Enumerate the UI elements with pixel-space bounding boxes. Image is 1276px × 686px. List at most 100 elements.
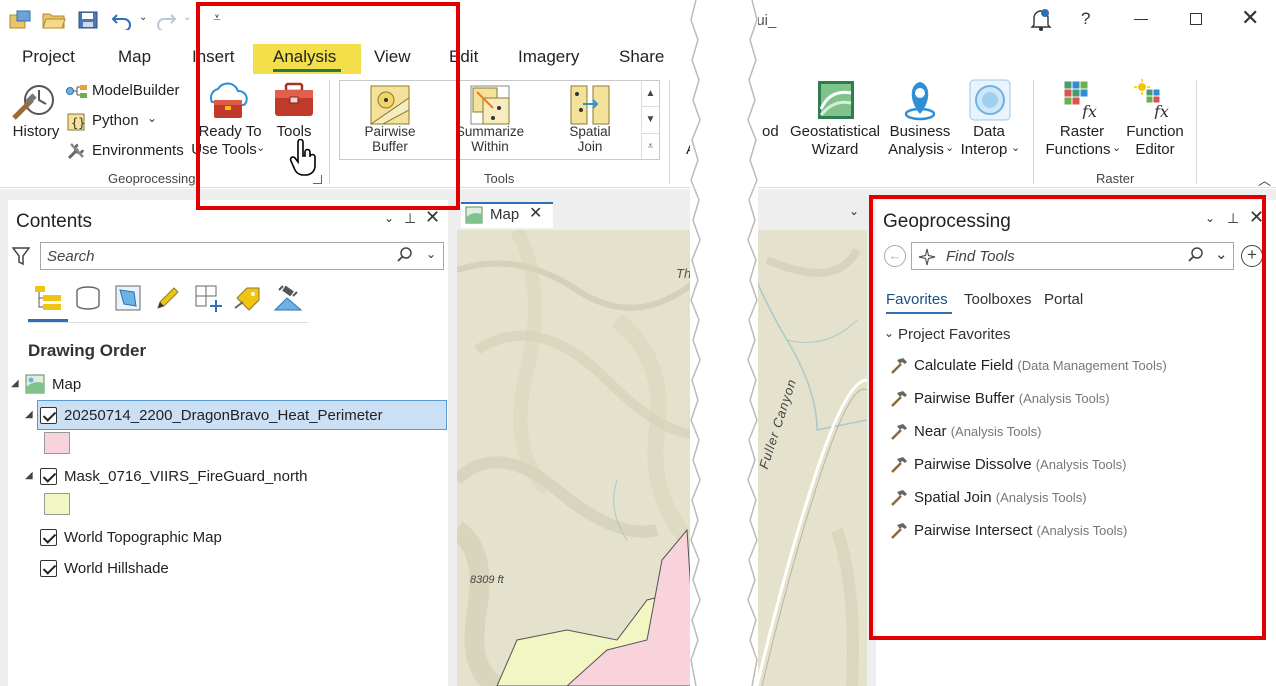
business-analysis-line2[interactable]: Analysis bbox=[876, 141, 956, 159]
list-by-perspective-imagery-icon[interactable] bbox=[273, 284, 303, 312]
contents-close-icon[interactable]: ✕ bbox=[425, 207, 440, 228]
function-editor-icon: fx bbox=[1134, 79, 1174, 121]
tab-share[interactable]: Share bbox=[613, 44, 670, 74]
topographic-basemap bbox=[457, 230, 867, 686]
undo-dropdown-icon[interactable]: ⌄ bbox=[139, 12, 147, 23]
environments-button[interactable]: Environments bbox=[92, 142, 184, 160]
gallery-scroll-down-icon[interactable]: ▼ bbox=[641, 106, 659, 132]
ribbon-separator bbox=[1196, 80, 1197, 184]
help-icon[interactable]: ? bbox=[1081, 9, 1090, 29]
save-project-icon[interactable] bbox=[76, 8, 100, 32]
redo-icon[interactable] bbox=[154, 8, 178, 32]
partial-ribbon-label: od bbox=[762, 123, 779, 140]
arcgis-pro-window: ⌄ ⌄ ⩡ _ui_ ? ✕ Project Map Insert Analys… bbox=[0, 0, 1276, 686]
contents-pane bbox=[8, 200, 448, 686]
layer-visibility-checkbox[interactable] bbox=[40, 529, 57, 546]
layer-symbol-swatch[interactable] bbox=[44, 432, 70, 454]
raster-group-label: Raster bbox=[1096, 171, 1135, 186]
map-canvas[interactable] bbox=[457, 230, 867, 686]
tab-map[interactable]: Map bbox=[112, 44, 157, 74]
screenshot-tear-gap bbox=[690, 0, 758, 686]
notifications-icon[interactable] bbox=[1030, 8, 1052, 32]
contents-title: Contents bbox=[16, 211, 93, 232]
contents-pin-icon[interactable]: ⊥ bbox=[404, 210, 416, 227]
ribbon-separator bbox=[1033, 80, 1034, 184]
tools-group-label: Tools bbox=[484, 171, 515, 186]
map-expand-icon[interactable]: ◢ bbox=[11, 378, 19, 389]
undo-icon[interactable] bbox=[110, 8, 134, 32]
spatial-join-line1[interactable]: Spatial bbox=[556, 124, 624, 140]
list-by-editing-icon[interactable] bbox=[154, 284, 182, 312]
search-options-dropdown-icon[interactable]: ⌄ bbox=[426, 247, 436, 261]
layer-symbol-swatch[interactable] bbox=[44, 493, 70, 515]
layer-name[interactable]: Mask_0716_VIIRS_FireGuard_north bbox=[64, 468, 307, 485]
history-button[interactable]: History bbox=[10, 123, 62, 141]
data-interop-icon bbox=[968, 78, 1012, 122]
tab-project[interactable]: Project bbox=[16, 44, 81, 74]
geostatistical-wizard-line1[interactable]: Geostatistical bbox=[789, 123, 881, 141]
map-tabs-overflow-icon[interactable]: ⌄ bbox=[849, 204, 859, 218]
ribbon-separator bbox=[669, 80, 670, 184]
summarize-within-icon bbox=[469, 84, 511, 126]
filter-icon[interactable] bbox=[11, 246, 31, 266]
map-node-label[interactable]: Map bbox=[52, 376, 81, 393]
history-icon[interactable] bbox=[12, 80, 58, 124]
summarize-within-line1[interactable]: Summarize bbox=[454, 124, 526, 140]
open-project-icon[interactable] bbox=[42, 8, 66, 32]
layer-visibility-checkbox[interactable] bbox=[40, 468, 57, 485]
function-editor-line1[interactable]: Function bbox=[1120, 123, 1190, 141]
list-by-snapping-icon[interactable] bbox=[194, 284, 224, 312]
layer-name[interactable]: 20250714_2200_DragonBravo_Heat_Perimeter bbox=[64, 407, 383, 424]
spatial-join-line2[interactable]: Join bbox=[556, 139, 624, 155]
layer-name[interactable]: World Topographic Map bbox=[64, 529, 222, 546]
search-icon[interactable] bbox=[397, 247, 413, 263]
map-icon bbox=[25, 374, 45, 394]
new-project-icon[interactable] bbox=[8, 8, 32, 32]
map-tab-label[interactable]: Map bbox=[490, 206, 519, 223]
redo-dropdown-icon[interactable]: ⌄ bbox=[183, 12, 191, 23]
data-interop-line2[interactable]: Interop bbox=[953, 141, 1015, 159]
layer-visibility-checkbox[interactable] bbox=[40, 407, 57, 424]
elevation-label: 8309 ft bbox=[470, 574, 504, 586]
collapse-ribbon-icon[interactable]: ︿ bbox=[1258, 170, 1271, 189]
restore-icon[interactable] bbox=[1190, 13, 1202, 25]
map-tab-icon bbox=[465, 206, 483, 224]
raster-functions-icon: fx bbox=[1062, 79, 1102, 121]
modelbuilder-icon bbox=[66, 82, 88, 100]
svg-text:{}: {} bbox=[71, 116, 85, 130]
map-tab-close-icon[interactable]: ✕ bbox=[529, 203, 542, 223]
layer-name[interactable]: World Hillshade bbox=[64, 560, 169, 577]
layer-visibility-checkbox[interactable] bbox=[40, 560, 57, 577]
modelbuilder-button[interactable]: ModelBuilder bbox=[92, 82, 180, 100]
contents-options-icon[interactable]: ⌄ bbox=[384, 211, 394, 225]
geostatistical-wizard-line2[interactable]: Wizard bbox=[789, 141, 881, 159]
contents-search-input[interactable] bbox=[40, 242, 444, 270]
layer-expand-icon[interactable]: ◢ bbox=[25, 470, 33, 481]
list-by-selection-icon[interactable] bbox=[114, 284, 142, 312]
python-dropdown-icon[interactable]: ⌄ bbox=[147, 111, 157, 125]
drawing-order-heading: Drawing Order bbox=[28, 341, 147, 360]
summarize-within-line2[interactable]: Within bbox=[454, 139, 526, 155]
list-by-data-source-icon[interactable] bbox=[74, 284, 102, 312]
raster-functions-line1[interactable]: Raster bbox=[1048, 123, 1116, 141]
python-button[interactable]: Python bbox=[92, 112, 139, 130]
function-editor-line2[interactable]: Editor bbox=[1120, 141, 1190, 159]
divider bbox=[28, 322, 308, 323]
tab-imagery[interactable]: Imagery bbox=[512, 44, 585, 74]
minimize-icon[interactable] bbox=[1134, 19, 1148, 20]
list-by-labeling-icon[interactable] bbox=[233, 284, 263, 312]
svg-text:fx: fx bbox=[1153, 102, 1169, 119]
business-analysis-line1[interactable]: Business bbox=[880, 123, 960, 141]
data-interop-dropdown-icon[interactable]: ⌄ bbox=[1011, 141, 1020, 154]
spatial-join-icon bbox=[569, 84, 611, 126]
data-interop-line1[interactable]: Data bbox=[958, 123, 1020, 141]
partial-map-label: Th bbox=[676, 266, 692, 281]
gallery-scroll-up-icon[interactable]: ▲ bbox=[641, 80, 659, 106]
gallery-expand-icon[interactable]: ⩡ bbox=[641, 133, 659, 159]
geostatistical-wizard-icon bbox=[814, 79, 858, 123]
layer-expand-icon[interactable]: ◢ bbox=[25, 409, 33, 420]
environments-icon bbox=[66, 141, 88, 161]
list-by-drawing-order-icon[interactable] bbox=[33, 284, 63, 312]
close-window-icon[interactable]: ✕ bbox=[1241, 6, 1259, 30]
raster-functions-line2[interactable]: Functions bbox=[1044, 141, 1112, 159]
